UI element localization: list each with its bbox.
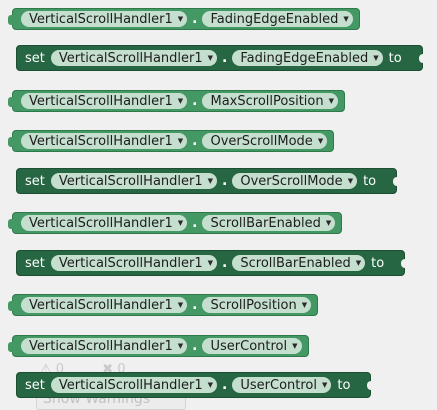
component-dropdown[interactable]: VerticalScrollHandler1 ▼ [50, 50, 218, 66]
property-dropdown[interactable]: ScrollPosition ▼ [202, 297, 312, 313]
dot-separator: . [222, 377, 228, 393]
setter-block-usercontrol[interactable]: set VerticalScrollHandler1 ▼ . UserContro… [16, 372, 375, 398]
component-dropdown[interactable]: VerticalScrollHandler1 ▼ [21, 338, 188, 354]
component-dropdown[interactable]: VerticalScrollHandler1 ▼ [21, 11, 188, 27]
set-keyword: set [25, 173, 45, 189]
getter-block-overscrollmode[interactable]: VerticalScrollHandler1 ▼ . OverScrollMode… [7, 130, 335, 152]
property-dropdown[interactable]: MaxScrollPosition ▼ [202, 93, 339, 109]
to-keyword: to [337, 377, 351, 393]
property-dropdown[interactable]: FadingEdgeEnabled ▼ [202, 11, 353, 27]
property-dropdown[interactable]: ScrollBarEnabled ▼ [202, 215, 336, 231]
property-dropdown[interactable]: ScrollBarEnabled ▼ [232, 255, 366, 271]
to-keyword: to [388, 50, 402, 66]
dot-separator: . [192, 215, 198, 231]
chevron-down-icon: ▼ [373, 54, 379, 62]
component-dropdown[interactable]: VerticalScrollHandler1 ▼ [21, 215, 188, 231]
dot-separator: . [222, 255, 228, 271]
dot-separator: . [222, 173, 228, 189]
chevron-down-icon: ▼ [343, 15, 349, 23]
dot-separator: . [192, 11, 198, 27]
dot-separator: . [192, 93, 198, 109]
chevron-down-icon: ▼ [207, 381, 214, 389]
getter-block-scrollposition[interactable]: VerticalScrollHandler1 ▼ . ScrollPosition… [7, 294, 319, 316]
dot-separator: . [192, 133, 198, 149]
chevron-down-icon: ▼ [292, 342, 298, 350]
getter-block-scrollbarenabled[interactable]: VerticalScrollHandler1 ▼ . ScrollBarEnabl… [7, 212, 343, 234]
dot-separator: . [192, 297, 198, 313]
component-dropdown[interactable]: VerticalScrollHandler1 ▼ [21, 133, 188, 149]
chevron-down-icon: ▼ [355, 259, 362, 267]
property-dropdown[interactable]: OverScrollMode ▼ [202, 133, 328, 149]
to-keyword: to [363, 173, 377, 189]
chevron-down-icon: ▼ [177, 301, 184, 309]
property-dropdown[interactable]: UserControl ▼ [202, 338, 302, 354]
property-dropdown[interactable]: OverScrollMode ▼ [232, 173, 358, 189]
component-dropdown[interactable]: VerticalScrollHandler1 ▼ [21, 93, 188, 109]
dot-separator: . [192, 338, 198, 354]
chevron-down-icon: ▼ [177, 137, 184, 145]
getter-block-maxscrollposition[interactable]: VerticalScrollHandler1 ▼ . MaxScrollPosit… [7, 90, 346, 112]
chevron-down-icon: ▼ [207, 54, 214, 62]
chevron-down-icon: ▼ [207, 177, 214, 185]
chevron-down-icon: ▼ [317, 137, 324, 145]
chevron-down-icon: ▼ [328, 97, 335, 105]
setter-block-scrollbarenabled[interactable]: set VerticalScrollHandler1 ▼ . ScrollBarE… [16, 250, 409, 276]
chevron-down-icon: ▼ [207, 259, 214, 267]
getter-block-fadingedgeenabled[interactable]: VerticalScrollHandler1 ▼ . FadingEdgeEnab… [8, 8, 360, 30]
property-dropdown[interactable]: UserControl ▼ [232, 377, 332, 393]
chevron-down-icon: ▼ [321, 381, 328, 389]
component-dropdown[interactable]: VerticalScrollHandler1 ▼ [21, 297, 188, 313]
chevron-down-icon: ▼ [347, 177, 354, 185]
dot-separator: . [222, 50, 228, 66]
set-keyword: set [25, 377, 45, 393]
chevron-down-icon: ▼ [325, 219, 332, 227]
to-keyword: to [371, 255, 385, 271]
chevron-down-icon: ▼ [301, 301, 308, 309]
getter-block-usercontrol[interactable]: VerticalScrollHandler1 ▼ . UserControl ▼ [8, 335, 309, 357]
chevron-down-icon: ▼ [177, 219, 184, 227]
chevron-down-icon: ▼ [177, 15, 184, 23]
setter-block-overscrollmode[interactable]: set VerticalScrollHandler1 ▼ . OverScroll… [16, 168, 401, 194]
setter-block-fadingedgeenabled[interactable]: set VerticalScrollHandler1 ▼ . FadingEdge… [16, 45, 426, 71]
component-dropdown[interactable]: VerticalScrollHandler1 ▼ [50, 255, 218, 271]
component-dropdown[interactable]: VerticalScrollHandler1 ▼ [50, 377, 218, 393]
chevron-down-icon: ▼ [177, 342, 184, 350]
set-keyword: set [25, 50, 45, 66]
property-dropdown[interactable]: FadingEdgeEnabled ▼ [232, 50, 383, 66]
component-dropdown[interactable]: VerticalScrollHandler1 ▼ [50, 173, 218, 189]
chevron-down-icon: ▼ [177, 97, 184, 105]
set-keyword: set [25, 255, 45, 271]
